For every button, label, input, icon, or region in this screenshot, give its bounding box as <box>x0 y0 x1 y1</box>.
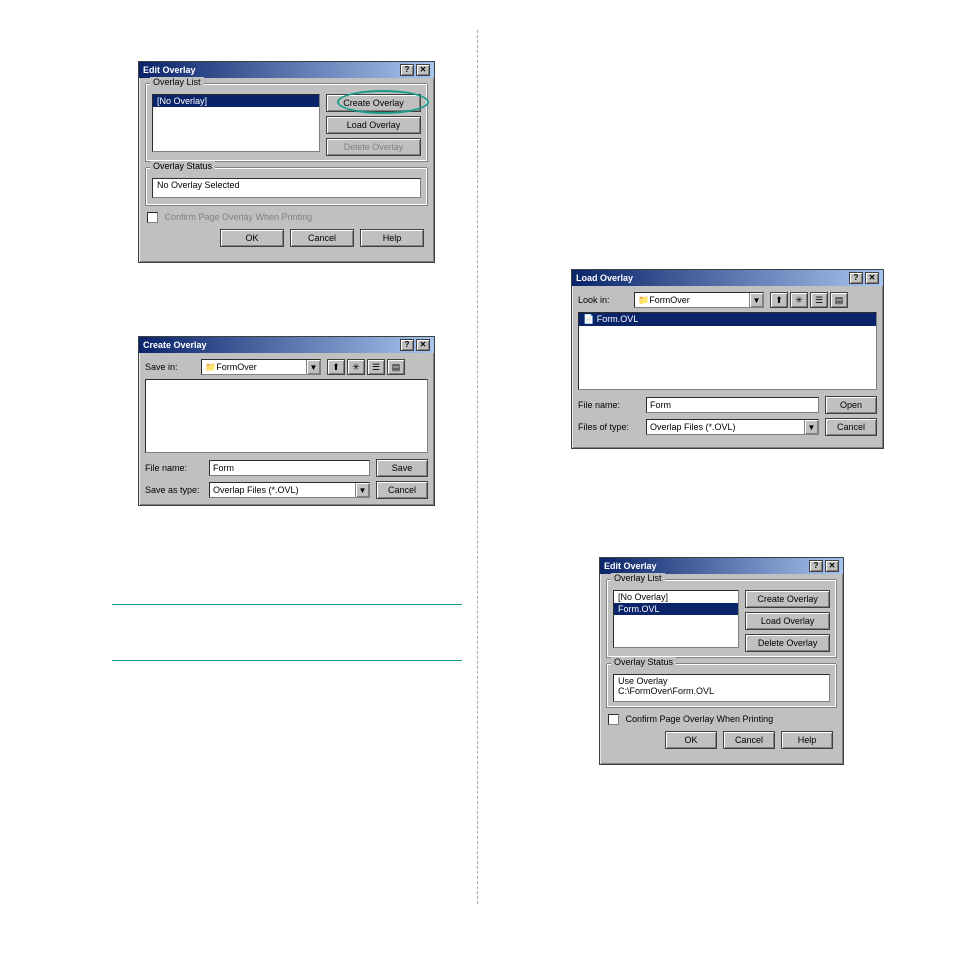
help-button[interactable]: Help <box>360 229 424 247</box>
cancel-button[interactable]: Cancel <box>723 731 775 749</box>
cancel-button[interactable]: Cancel <box>290 229 354 247</box>
file-name-label: File name: <box>145 463 203 473</box>
ok-button[interactable]: OK <box>220 229 284 247</box>
new-folder-icon[interactable]: ✳ <box>790 292 808 308</box>
titlebar: Edit Overlay ? ✕ <box>600 558 843 574</box>
files-of-type-combo[interactable]: Overlap Files (*.OVL) ▼ <box>646 419 819 435</box>
help-icon[interactable]: ? <box>400 339 414 351</box>
create-overlay-dialog: Create Overlay ? ✕ Save in: 📁 FormOver ▼… <box>138 336 435 506</box>
close-icon[interactable]: ✕ <box>416 64 430 76</box>
confirm-label: Confirm Page Overlay When Printing <box>165 212 313 222</box>
column-divider <box>477 30 478 904</box>
ok-button[interactable]: OK <box>665 731 717 749</box>
files-of-type-label: Files of type: <box>578 422 640 432</box>
confirm-label: Confirm Page Overlay When Printing <box>626 714 774 724</box>
status-text: Use Overlay <box>614 675 829 686</box>
cancel-button[interactable]: Cancel <box>376 481 428 499</box>
status-path: C:\FormOver\Form.OVL <box>614 686 829 697</box>
save-in-label: Save in: <box>145 362 195 372</box>
file-name-field[interactable]: Form <box>646 397 819 413</box>
file-area[interactable] <box>145 379 428 453</box>
section-rule <box>112 660 462 661</box>
list-item[interactable]: Form.OVL <box>614 603 738 615</box>
save-in-combo[interactable]: 📁 FormOver ▼ <box>201 359 321 375</box>
look-in-label: Look in: <box>578 295 628 305</box>
load-overlay-button[interactable]: Load Overlay <box>745 612 830 630</box>
edit-overlay-dialog-2: Edit Overlay ? ✕ Overlay List [No Overla… <box>599 557 844 765</box>
help-icon[interactable]: ? <box>849 272 863 284</box>
up-folder-icon[interactable]: ⬆ <box>327 359 345 375</box>
overlay-status-label: Overlay Status <box>611 657 676 667</box>
file-area[interactable]: 📄 Form.OVL <box>578 312 877 390</box>
save-as-type-combo[interactable]: Overlap Files (*.OVL) ▼ <box>209 482 370 498</box>
overlay-status-label: Overlay Status <box>150 161 215 171</box>
create-overlay-button[interactable]: Create Overlay <box>326 94 421 112</box>
confirm-checkbox[interactable] <box>608 714 619 725</box>
open-button[interactable]: Open <box>825 396 877 414</box>
list-item[interactable]: [No Overlay] <box>614 591 738 603</box>
look-in-combo[interactable]: 📁 FormOver ▼ <box>634 292 764 308</box>
overlay-list[interactable]: [No Overlay] <box>152 94 320 152</box>
confirm-checkbox[interactable] <box>147 212 158 223</box>
file-name-label: File name: <box>578 400 640 410</box>
delete-overlay-button[interactable]: Delete Overlay <box>745 634 830 652</box>
load-overlay-button[interactable]: Load Overlay <box>326 116 421 134</box>
up-folder-icon[interactable]: ⬆ <box>770 292 788 308</box>
file-name-field[interactable]: Form <box>209 460 370 476</box>
new-folder-icon[interactable]: ✳ <box>347 359 365 375</box>
titlebar: Load Overlay ? ✕ <box>572 270 883 286</box>
help-icon[interactable]: ? <box>809 560 823 572</box>
help-icon[interactable]: ? <box>400 64 414 76</box>
overlay-list-label: Overlay List <box>611 573 665 583</box>
save-as-type-label: Save as type: <box>145 485 203 495</box>
section-rule <box>112 604 462 605</box>
save-button[interactable]: Save <box>376 459 428 477</box>
close-icon[interactable]: ✕ <box>416 339 430 351</box>
title-text: Edit Overlay <box>143 65 196 75</box>
chevron-down-icon[interactable]: ▼ <box>306 360 320 374</box>
delete-overlay-button: Delete Overlay <box>326 138 421 156</box>
title-text: Edit Overlay <box>604 561 657 571</box>
list-view-icon[interactable]: ☰ <box>810 292 828 308</box>
close-icon[interactable]: ✕ <box>825 560 839 572</box>
overlay-list-label: Overlay List <box>150 77 204 87</box>
chevron-down-icon[interactable]: ▼ <box>355 483 369 497</box>
titlebar: Edit Overlay ? ✕ <box>139 62 434 78</box>
cancel-button[interactable]: Cancel <box>825 418 877 436</box>
details-view-icon[interactable]: ▤ <box>830 292 848 308</box>
titlebar: Create Overlay ? ✕ <box>139 337 434 353</box>
load-overlay-dialog: Load Overlay ? ✕ Look in: 📁 FormOver ▼ ⬆… <box>571 269 884 449</box>
title-text: Create Overlay <box>143 340 207 350</box>
title-text: Load Overlay <box>576 273 633 283</box>
status-text: No Overlay Selected <box>153 179 420 191</box>
list-item[interactable]: [No Overlay] <box>153 95 319 107</box>
list-view-icon[interactable]: ☰ <box>367 359 385 375</box>
chevron-down-icon[interactable]: ▼ <box>804 420 818 434</box>
create-overlay-button[interactable]: Create Overlay <box>745 590 830 608</box>
details-view-icon[interactable]: ▤ <box>387 359 405 375</box>
edit-overlay-dialog-1: Edit Overlay ? ✕ Overlay List [No Overla… <box>138 61 435 263</box>
overlay-list[interactable]: [No Overlay] Form.OVL <box>613 590 739 648</box>
file-item[interactable]: 📄 Form.OVL <box>579 313 876 326</box>
close-icon[interactable]: ✕ <box>865 272 879 284</box>
chevron-down-icon[interactable]: ▼ <box>749 293 763 307</box>
help-button[interactable]: Help <box>781 731 833 749</box>
